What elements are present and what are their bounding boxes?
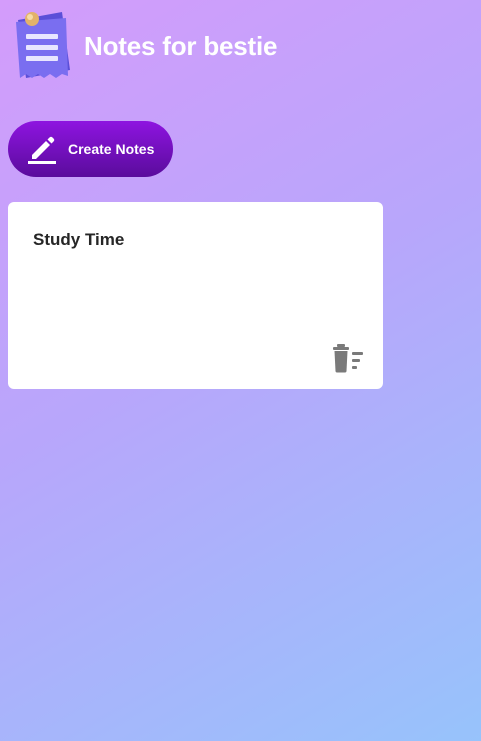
app-header [12,8,76,84]
delete-note-icon [333,344,363,373]
app-title: Notes for bestie [84,31,278,61]
delete-note-button[interactable] [332,344,366,374]
notepad-icon [12,8,76,84]
create-notes-button[interactable]: Create Notes [8,121,173,177]
pencil-icon [28,136,56,164]
note-card[interactable]: Study Time [8,202,383,389]
create-notes-label: Create Notes [68,141,155,157]
note-title: Study Time [33,230,125,249]
